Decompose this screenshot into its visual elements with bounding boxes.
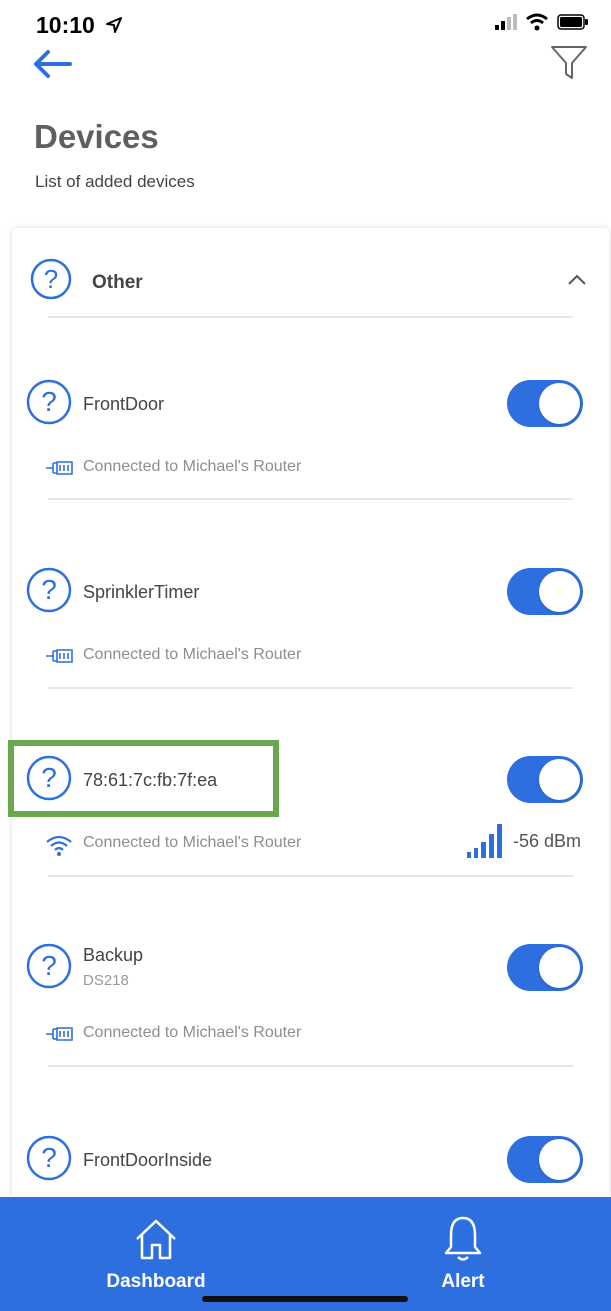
question-circle-icon: ? [26, 567, 72, 613]
device-row[interactable]: ? FrontDoor Connected to Michael's Route… [12, 368, 609, 528]
location-arrow-icon [106, 17, 122, 33]
tab-dashboard[interactable]: Dashboard [56, 1197, 256, 1311]
device-toggle[interactable] [507, 380, 583, 427]
device-row[interactable]: ? Backup DS218 Connected to Michael's Ro… [12, 932, 609, 1092]
question-circle-icon: ? [30, 258, 72, 300]
device-model: DS218 [83, 972, 129, 989]
home-icon [136, 1219, 176, 1260]
filter-button[interactable] [549, 44, 589, 82]
tab-label: Alert [441, 1271, 485, 1292]
svg-text:?: ? [41, 386, 57, 417]
tab-alert[interactable]: Alert [363, 1197, 563, 1311]
bell-icon [444, 1216, 482, 1261]
signal-value: -56 dBm [512, 830, 581, 851]
group-header-other[interactable]: ? Other [12, 228, 609, 320]
signal-strength: -56 dBm [466, 824, 581, 858]
home-indicator [202, 1296, 408, 1302]
bottom-tab-bar: Dashboard Alert [0, 1197, 611, 1311]
question-circle-icon: ? [26, 1135, 72, 1181]
device-name: FrontDoor [83, 394, 165, 414]
status-bar: 10:10 [0, 0, 611, 44]
divider [48, 316, 573, 318]
device-toggle[interactable] [507, 756, 583, 803]
divider [48, 1065, 573, 1067]
device-row[interactable]: ? FrontDoorInside [12, 1124, 609, 1208]
ethernet-icon [46, 649, 73, 663]
wifi-status-icon [526, 13, 548, 31]
device-toggle[interactable] [507, 1136, 583, 1183]
tab-label: Dashboard [106, 1271, 206, 1292]
status-time: 10:10 [36, 12, 95, 38]
divider [48, 498, 573, 500]
back-button[interactable] [30, 48, 74, 80]
device-name: Backup [83, 945, 144, 965]
question-circle-icon: ? [26, 943, 72, 989]
arrow-left-icon [34, 50, 72, 78]
signal-bars-icon [466, 824, 502, 858]
connection-status: Connected to Michael's Router [83, 458, 302, 475]
group-label: Other [92, 272, 143, 293]
ethernet-icon [46, 1027, 73, 1041]
device-name: SprinklerTimer [83, 582, 200, 602]
svg-text:?: ? [41, 950, 57, 981]
svg-text:?: ? [41, 1142, 57, 1173]
device-toggle[interactable] [507, 568, 583, 615]
device-toggle[interactable] [507, 944, 583, 991]
divider [48, 687, 573, 689]
device-list-card: ? Other ? FrontDoor Connected to Michael… [12, 228, 609, 1208]
battery-icon [557, 14, 588, 30]
cellular-signal-icon [495, 14, 517, 30]
question-circle-icon: ? [26, 379, 72, 425]
filter-icon [551, 46, 587, 79]
svg-text:?: ? [44, 264, 58, 294]
device-name: FrontDoorInside [83, 1150, 213, 1170]
ethernet-icon [46, 461, 73, 475]
connection-status: Connected to Michael's Router [83, 646, 302, 663]
page-title: Devices [34, 118, 159, 155]
wifi-icon [46, 835, 72, 856]
device-row[interactable]: ? SprinklerTimer Connected to Michael's … [12, 556, 609, 716]
highlight-box [8, 740, 279, 817]
chevron-up-icon [568, 274, 586, 285]
connection-status: Connected to Michael's Router [83, 1024, 302, 1041]
page-subtitle: List of added devices [35, 172, 195, 191]
connection-status: Connected to Michael's Router [83, 834, 302, 851]
svg-text:?: ? [41, 574, 57, 605]
divider [48, 875, 573, 877]
